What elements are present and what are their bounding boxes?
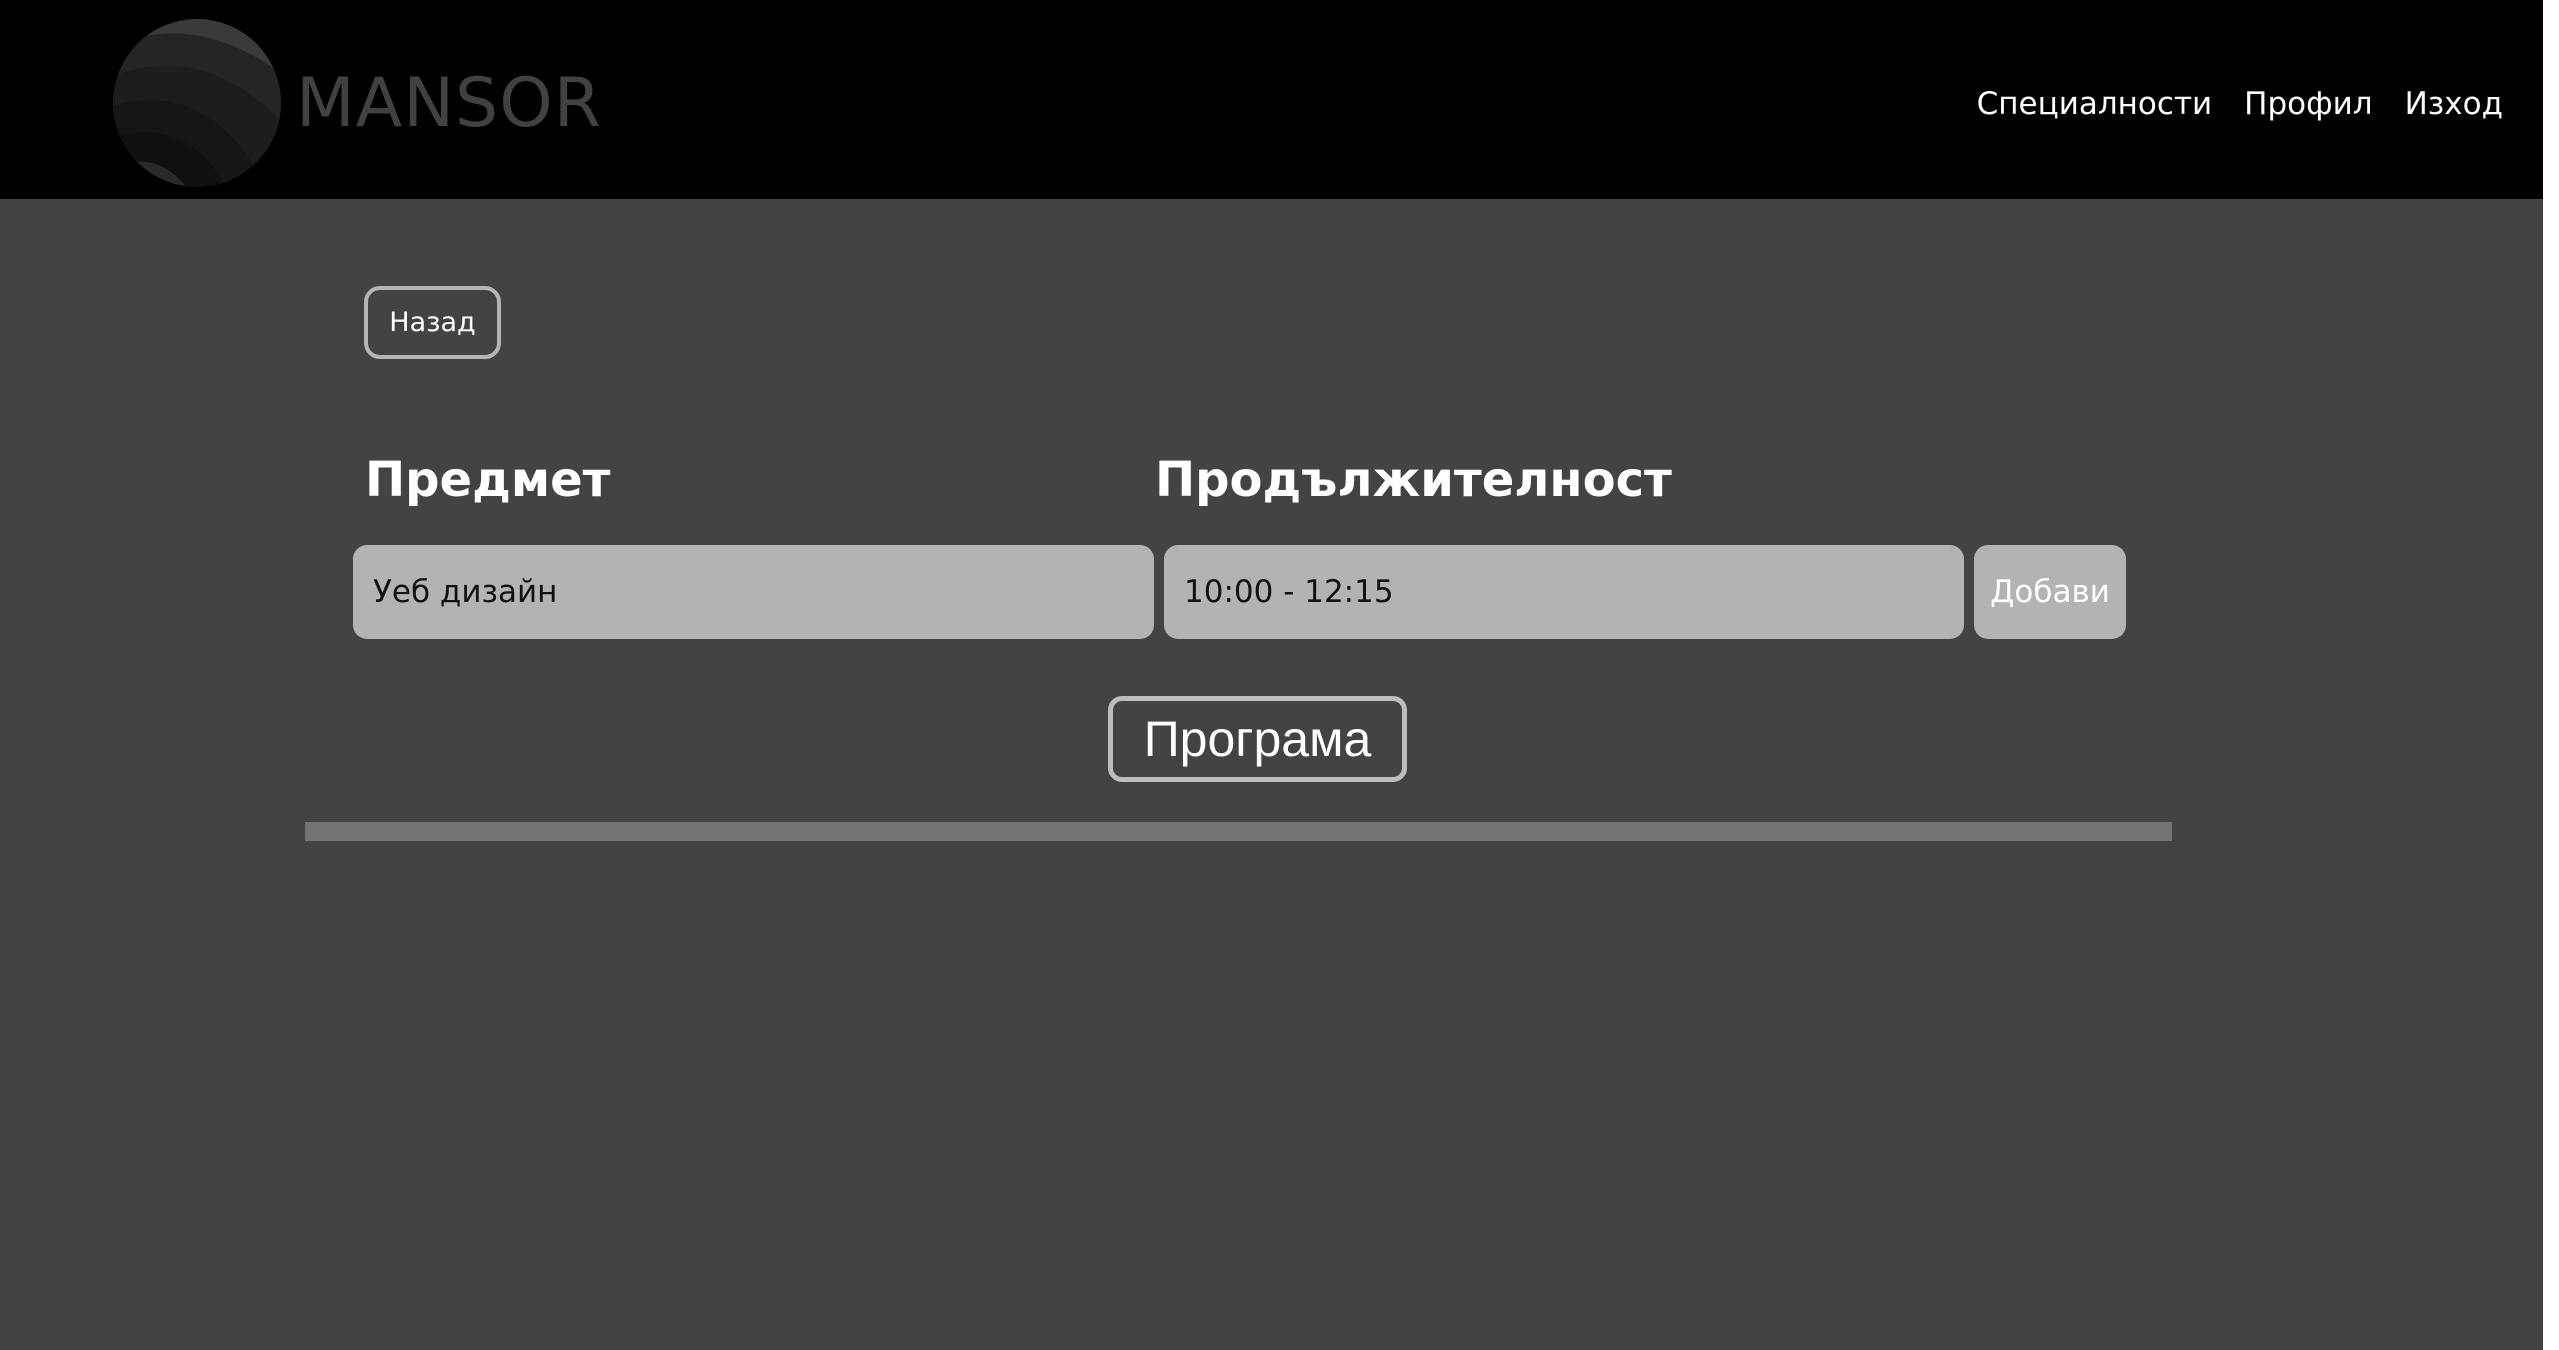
program-button[interactable]: Програма — [1108, 696, 1407, 782]
sphere-logo-icon[interactable] — [107, 18, 287, 188]
nav-link-specialties[interactable]: Специалности — [1977, 84, 2213, 124]
duration-input[interactable]: 10:00 - 12:15 — [1164, 545, 1964, 639]
top-header: MANSOR Специалности Профил Изход — [0, 0, 2543, 199]
add-button[interactable]: Добави — [1974, 545, 2126, 639]
nav-link-profile[interactable]: Профил — [2244, 84, 2372, 124]
page-body: MANSOR Специалности Профил Изход Назад П… — [0, 0, 2543, 1350]
main-nav: Специалности Профил Изход — [1977, 84, 2503, 124]
back-button[interactable]: Назад — [364, 286, 501, 359]
nav-link-logout[interactable]: Изход — [2405, 84, 2503, 124]
subject-heading: Предмет — [365, 452, 611, 508]
duration-heading: Продължителност — [1155, 452, 1672, 508]
window-edge — [2543, 0, 2559, 1350]
brand-name: MANSOR — [296, 64, 602, 143]
subject-input[interactable]: Уеб дизайн — [353, 545, 1154, 639]
section-divider — [305, 822, 2172, 841]
